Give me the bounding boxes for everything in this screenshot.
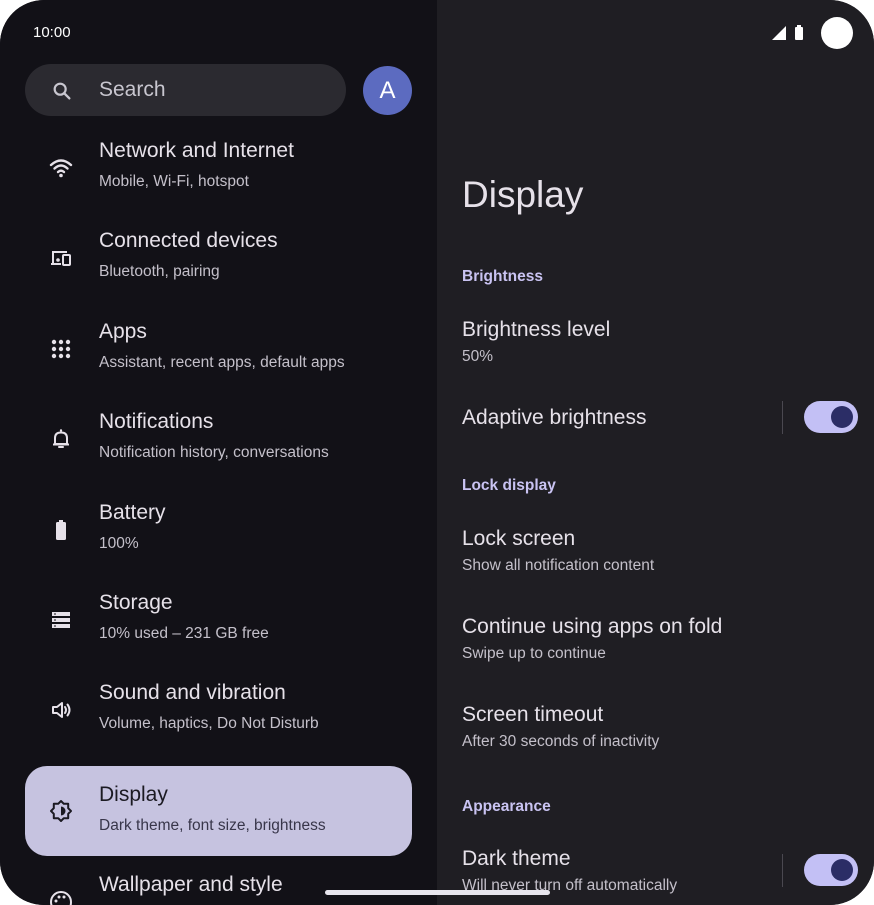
display-brightness-icon [49, 799, 73, 823]
section-header-brightness: Brightness [462, 268, 543, 285]
switch-divider [782, 401, 783, 434]
switch-divider [782, 854, 783, 887]
sidebar-item-wallpaper[interactable]: Wallpaper and style [25, 856, 412, 905]
sidebar-item-subtitle: Notification history, conversations [99, 444, 329, 461]
sidebar-item-battery[interactable]: Battery 100% [25, 484, 412, 574]
sidebar-item-subtitle: 100% [99, 535, 139, 552]
switch-knob [831, 406, 853, 428]
sidebar-item-network[interactable]: Network and Internet Mobile, Wi‑Fi, hots… [25, 122, 412, 212]
sidebar-item-notifications[interactable]: Notifications Notification history, conv… [25, 393, 412, 483]
bell-icon [49, 427, 73, 451]
sidebar-item-title: Apps [99, 320, 147, 343]
screen-timeout-summary: After 30 seconds of inactivity [462, 733, 660, 750]
status-icons [772, 25, 804, 45]
screen-timeout-title[interactable]: Screen timeout [462, 703, 603, 727]
signal-icon [772, 25, 788, 45]
device-screen: 10:00 Search A Network and Internet Mobi… [0, 0, 874, 905]
brightness-level-title[interactable]: Brightness level [462, 318, 610, 342]
sidebar-item-connected-devices[interactable]: Connected devices Bluetooth, pairing [25, 212, 412, 302]
sidebar-item-subtitle: Volume, haptics, Do Not Disturb [99, 715, 319, 732]
switch-knob [831, 859, 853, 881]
brightness-level-summary: 50% [462, 348, 494, 365]
display-settings-panel [437, 0, 874, 905]
battery-status-icon [794, 25, 804, 45]
sidebar-item-storage[interactable]: Storage 10% used – 231 GB free [25, 574, 412, 664]
sidebar-item-title: Display [99, 783, 168, 806]
sidebar-item-subtitle: Assistant, recent apps, default apps [99, 354, 345, 371]
page-title: Display [462, 174, 584, 215]
sidebar-item-title: Network and Internet [99, 139, 294, 162]
fold-continue-summary: Swipe up to continue [462, 645, 606, 662]
sidebar-item-subtitle: Mobile, Wi‑Fi, hotspot [99, 173, 249, 190]
fold-continue-title[interactable]: Continue using apps on fold [462, 615, 722, 639]
sidebar-item-title: Notifications [99, 410, 214, 433]
lock-screen-title[interactable]: Lock screen [462, 527, 575, 551]
sidebar-item-subtitle: Dark theme, font size, brightness [99, 817, 326, 834]
search-bar[interactable]: Search [25, 64, 346, 116]
camera-cutout [821, 17, 853, 49]
gesture-handle[interactable] [325, 890, 550, 895]
sidebar-item-title: Storage [99, 591, 173, 614]
dark-theme-switch[interactable] [804, 854, 858, 886]
sidebar-item-subtitle: 10% used – 231 GB free [99, 625, 269, 642]
sidebar-item-display[interactable]: Display Dark theme, font size, brightnes… [25, 766, 412, 856]
dark-theme-title[interactable]: Dark theme [462, 847, 571, 871]
storage-icon [49, 608, 73, 632]
devices-icon [49, 246, 73, 270]
sidebar-item-title: Wallpaper and style [99, 873, 283, 896]
palette-icon [49, 890, 73, 905]
search-placeholder: Search [99, 78, 166, 101]
search-icon [51, 80, 73, 107]
lock-screen-summary: Show all notification content [462, 557, 655, 574]
section-header-appearance: Appearance [462, 798, 551, 815]
battery-icon [49, 518, 73, 542]
sidebar-item-subtitle: Bluetooth, pairing [99, 263, 220, 280]
settings-sidebar: 10:00 Search A Network and Internet Mobi… [0, 0, 437, 905]
adaptive-brightness-switch[interactable] [804, 401, 858, 433]
status-time: 10:00 [33, 24, 71, 41]
sidebar-item-sound[interactable]: Sound and vibration Volume, haptics, Do … [25, 664, 412, 754]
account-avatar[interactable]: A [363, 66, 412, 115]
apps-grid-icon [49, 337, 73, 361]
sidebar-item-title: Connected devices [99, 229, 278, 252]
section-header-lock-display: Lock display [462, 477, 556, 494]
adaptive-brightness-title[interactable]: Adaptive brightness [462, 406, 646, 430]
wifi-icon [49, 156, 73, 180]
sidebar-item-title: Battery [99, 501, 166, 524]
sidebar-item-apps[interactable]: Apps Assistant, recent apps, default app… [25, 303, 412, 393]
sidebar-item-title: Sound and vibration [99, 681, 286, 704]
volume-icon [49, 698, 73, 722]
